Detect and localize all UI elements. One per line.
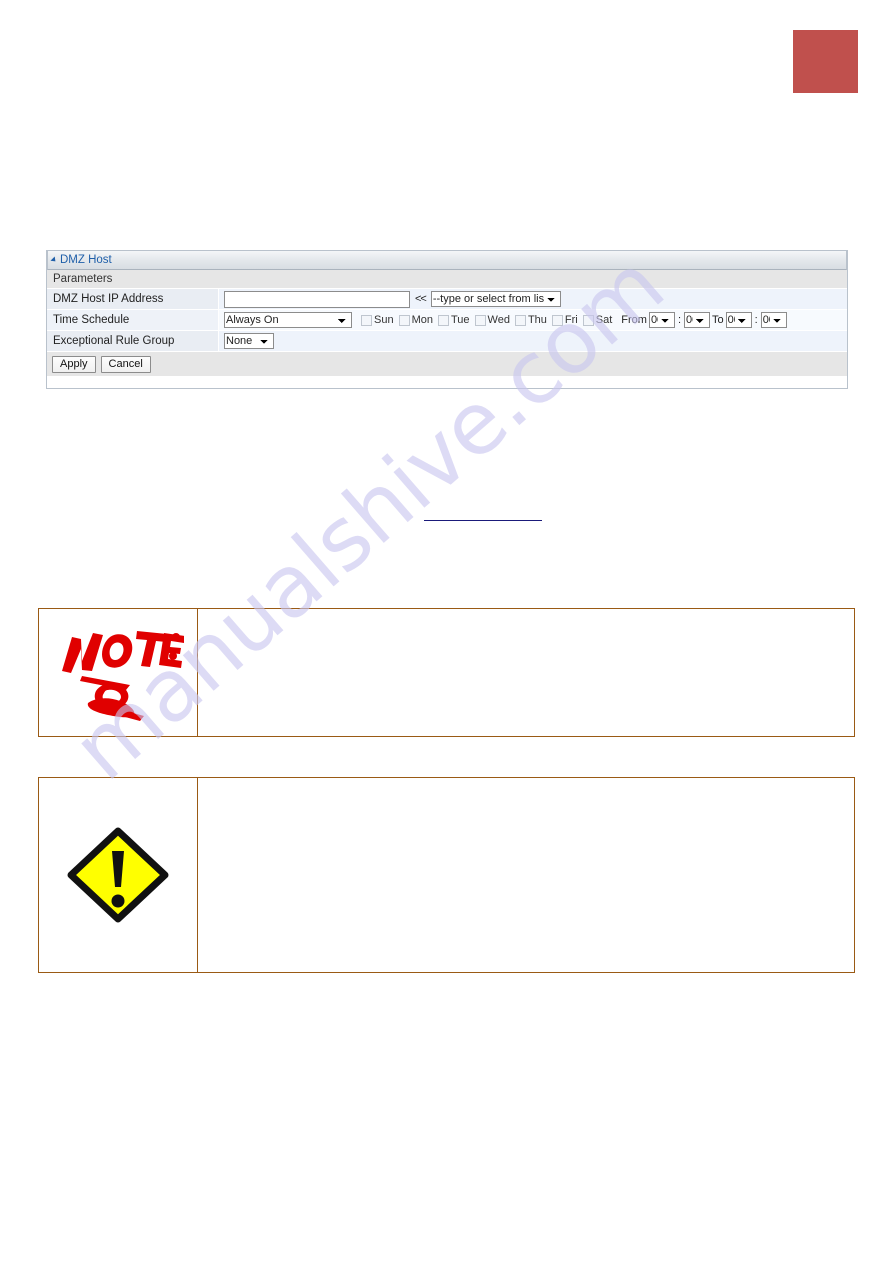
day-label: Sun	[374, 314, 394, 326]
day-label: Tue	[450, 314, 470, 326]
parameters-section-label: Parameters	[47, 270, 847, 289]
day-checkbox-sun[interactable]: Sun	[361, 314, 394, 326]
warning-callout-box	[38, 777, 855, 973]
day-checkbox-thu[interactable]: Thu	[514, 314, 547, 326]
note-icon-cell	[39, 609, 198, 736]
day-label: Fri	[564, 314, 578, 326]
time-schedule-field-group: Always On Sun Mon Tue Wed Thu Fri Sat Fr…	[219, 310, 847, 330]
from-label: From	[621, 314, 647, 326]
brand-color-square	[793, 30, 858, 93]
checkbox-icon[interactable]	[551, 314, 563, 326]
dmz-host-panel: DMZ Host Parameters DMZ Host IP Address …	[46, 250, 848, 389]
day-label: Thu	[527, 314, 547, 326]
day-checkbox-tue[interactable]: Tue	[437, 314, 470, 326]
time-schedule-label: Time Schedule	[47, 310, 219, 330]
day-checkbox-wed[interactable]: Wed	[474, 314, 510, 326]
day-checkbox-mon[interactable]: Mon	[398, 314, 433, 326]
rule-group-field-group: None	[219, 331, 847, 351]
warning-triangle-icon	[67, 827, 169, 923]
day-label: Mon	[411, 314, 433, 326]
panel-footer-spacer	[47, 376, 847, 388]
warning-icon-cell	[39, 778, 198, 972]
rule-group-label: Exceptional Rule Group	[47, 331, 219, 351]
time-schedule-row: Time Schedule Always On Sun Mon Tue Wed …	[47, 310, 847, 331]
checkbox-icon[interactable]	[437, 314, 449, 326]
time-schedule-select[interactable]: Always On	[224, 312, 352, 328]
cancel-button[interactable]: Cancel	[100, 355, 151, 373]
panel-title: DMZ Host	[60, 254, 112, 266]
warning-body-text	[198, 778, 854, 972]
time-range-group: From 00 : 00 To 00 : 00	[621, 312, 787, 328]
dmz-ip-label: DMZ Host IP Address	[47, 289, 219, 309]
dmz-ip-row: DMZ Host IP Address << --type or select …	[47, 289, 847, 310]
from-hour-select[interactable]: 00	[648, 312, 675, 328]
dmz-ip-input[interactable]	[224, 290, 410, 308]
note-callout-box	[38, 608, 855, 737]
to-label: To	[712, 314, 724, 326]
note-body-text	[198, 609, 854, 736]
dmz-ip-listbox-select[interactable]: --type or select from listbox--	[430, 291, 561, 307]
rule-group-select[interactable]: None	[224, 333, 274, 349]
day-label: Sat	[595, 314, 613, 326]
checkbox-icon[interactable]	[398, 314, 410, 326]
day-checkbox-sat[interactable]: Sat	[582, 314, 613, 326]
triangle-down-icon[interactable]	[50, 256, 58, 264]
panel-header[interactable]: DMZ Host	[47, 250, 847, 270]
from-minute-select[interactable]: 00	[684, 312, 710, 328]
checkbox-icon[interactable]	[474, 314, 486, 326]
panel-button-row: Apply Cancel	[47, 352, 847, 376]
note-handwritten-icon	[62, 630, 184, 721]
to-time-colon: :	[754, 314, 758, 326]
to-hour-select[interactable]: 00	[725, 312, 752, 328]
day-label: Wed	[487, 314, 510, 326]
to-minute-select[interactable]: 00	[760, 312, 787, 328]
weekday-checkbox-group: Sun Mon Tue Wed Thu Fri Sat	[361, 314, 615, 326]
dmz-ip-field-group: << --type or select from listbox--	[219, 289, 847, 309]
checkbox-icon[interactable]	[582, 314, 594, 326]
link-underline-rule	[424, 520, 542, 521]
rule-group-row: Exceptional Rule Group None	[47, 331, 847, 352]
apply-button[interactable]: Apply	[52, 355, 96, 373]
checkbox-icon[interactable]	[361, 314, 372, 326]
checkbox-icon[interactable]	[514, 314, 526, 326]
day-checkbox-fri[interactable]: Fri	[551, 314, 578, 326]
copy-from-listbox-arrows: <<	[415, 293, 427, 305]
from-time-colon: :	[677, 314, 681, 326]
